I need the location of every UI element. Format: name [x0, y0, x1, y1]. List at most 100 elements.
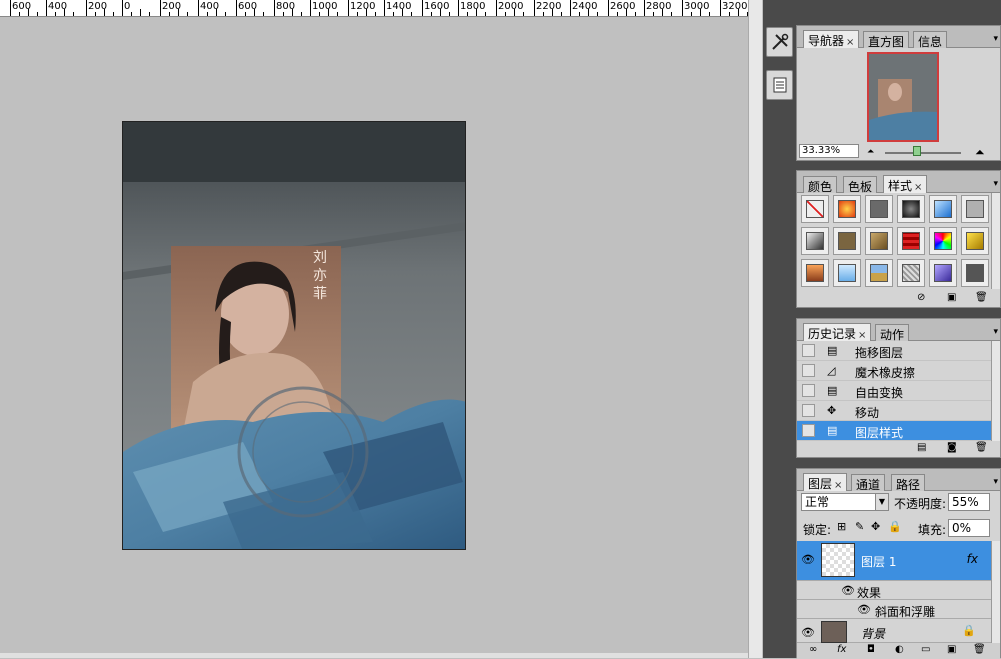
tab-histogram[interactable]: 直方图 [863, 31, 910, 49]
navigator-thumbnail[interactable] [867, 52, 939, 142]
layers-tabs: 图层 × 通道 路径 ▾ [797, 469, 1000, 492]
close-icon[interactable]: × [834, 480, 842, 491]
zoom-slider[interactable] [885, 152, 961, 154]
history-snapshot-checkbox[interactable] [802, 424, 815, 437]
fill-field[interactable]: 0% [948, 519, 990, 537]
layer-row-background[interactable]: 👁 背景 🔒 [797, 619, 994, 643]
tab-color[interactable]: 颜色 [803, 176, 838, 194]
history-snapshot-checkbox[interactable] [802, 364, 815, 377]
lock-transparency-icon[interactable]: ⊞ [837, 520, 846, 533]
document-image[interactable]: 刘 亦 菲 [122, 121, 466, 550]
eye-icon[interactable]: 👁 [857, 603, 871, 616]
ruler-label: 1600 [424, 1, 450, 12]
style-swatch-texture[interactable] [897, 259, 925, 287]
history-item[interactable]: ▤ 拖移图层 [797, 341, 994, 361]
chevron-down-icon[interactable]: ▼ [875, 494, 888, 510]
trash-icon[interactable]: 🗑 [973, 644, 986, 655]
layers-scrollbar[interactable] [991, 541, 1000, 643]
eye-icon[interactable]: 👁 [801, 626, 815, 639]
lock-position-icon[interactable]: ✥ [871, 520, 880, 533]
history-item[interactable]: ✥ 移动 [797, 401, 994, 421]
zoom-in-icon[interactable]: ⏶ [975, 145, 985, 160]
close-icon[interactable]: × [846, 37, 854, 48]
ruler-minor-tick [245, 12, 246, 16]
panel-menu-icon[interactable]: ▾ [993, 327, 998, 337]
link-icon[interactable]: ∞ [809, 644, 817, 655]
eye-icon[interactable]: 👁 [841, 584, 855, 597]
eye-icon[interactable]: 👁 [801, 553, 815, 566]
history-scrollbar[interactable] [991, 341, 1000, 441]
style-swatch-sky[interactable] [833, 259, 861, 287]
style-swatch-bronze[interactable] [865, 227, 893, 255]
tab-layers[interactable]: 图层 × [803, 473, 848, 491]
layer-bevel-emboss-row[interactable]: 👁 斜面和浮雕 [797, 600, 994, 619]
layer-row-layer1[interactable]: 👁 图层 1 fx [797, 541, 994, 581]
style-swatch-blue-glass[interactable] [929, 195, 957, 223]
history-item[interactable]: ▤ 图层样式 [797, 421, 994, 441]
panels-column: 导航器 × 直方图 信息 ▾ 33.33% ⏶ ⏶ 颜色 色板 样式 × ▾ ⊘ ▣… [796, 0, 1001, 659]
lock-image-icon[interactable]: ✎ [855, 520, 864, 533]
trash-icon[interactable]: 🗑 [975, 292, 988, 303]
style-swatch-dark-gray[interactable] [961, 259, 989, 287]
style-swatch-red-stripes[interactable] [897, 227, 925, 255]
mask-icon[interactable]: ◘ [867, 644, 875, 655]
new-style-icon[interactable]: ▣ [947, 292, 956, 303]
styles-scrollbar[interactable] [991, 193, 1000, 289]
tab-paths[interactable]: 路径 [891, 474, 926, 492]
opacity-field[interactable]: 55% [948, 493, 990, 511]
clear-style-icon[interactable]: ⊘ [917, 292, 925, 303]
ruler-tick [644, 0, 645, 16]
style-swatch-dark-button[interactable] [897, 195, 925, 223]
style-swatch-none[interactable] [801, 195, 829, 223]
layer-effects-row[interactable]: 👁 效果 [797, 581, 994, 600]
close-icon[interactable]: × [858, 330, 866, 341]
tab-styles[interactable]: 样式 × [883, 175, 928, 193]
tab-channels[interactable]: 通道 [851, 474, 886, 492]
style-swatch-light-gray[interactable] [961, 195, 989, 223]
style-swatch-gray[interactable] [865, 195, 893, 223]
history-snapshot-checkbox[interactable] [802, 404, 815, 417]
fx-icon[interactable]: fx [837, 644, 846, 655]
zoom-slider-handle[interactable] [913, 146, 921, 156]
fx-icon[interactable]: fx [967, 552, 978, 566]
panel-menu-icon[interactable]: ▾ [993, 34, 998, 44]
folder-icon[interactable]: ▭ [921, 644, 930, 655]
history-item[interactable]: ▤ 自由变换 [797, 381, 994, 401]
style-swatch-orange-glow[interactable] [833, 195, 861, 223]
style-swatch-sunset[interactable] [801, 259, 829, 287]
zoom-field[interactable]: 33.33% [799, 144, 859, 158]
style-swatch-yellow-frame[interactable] [961, 227, 989, 255]
tab-actions[interactable]: 动作 [875, 324, 910, 342]
history-snapshot-checkbox[interactable] [802, 384, 815, 397]
style-swatch-multicolor[interactable] [929, 227, 957, 255]
adjustment-icon[interactable]: ◐ [895, 644, 904, 655]
new-layer-icon[interactable]: ▣ [947, 644, 956, 655]
style-swatch-purple[interactable] [929, 259, 957, 287]
ruler-minor-tick [207, 12, 208, 16]
canvas-vertical-scrollbar[interactable] [748, 0, 762, 658]
new-document-icon[interactable]: ▤ [917, 442, 926, 453]
document-canvas[interactable]: 刘 亦 菲 [0, 17, 748, 653]
lock-all-icon[interactable]: 🔒 [888, 520, 902, 533]
style-swatch-gray-gradient[interactable] [801, 227, 829, 255]
tab-navigator[interactable]: 导航器 × [803, 30, 860, 48]
tab-swatches[interactable]: 色板 [843, 176, 878, 194]
camera-icon[interactable]: ◙ [947, 442, 957, 453]
canvas-horizontal-scrollbar[interactable] [0, 653, 748, 658]
style-swatch-brown[interactable] [833, 227, 861, 255]
trash-icon[interactable]: 🗑 [975, 442, 988, 453]
ruler-tick [274, 0, 275, 16]
zoom-out-icon[interactable]: ⏶ [867, 147, 874, 157]
tab-history[interactable]: 历史记录 × [803, 323, 872, 341]
blend-mode-select[interactable]: 正常 ▼ [801, 493, 889, 511]
history-snapshot-checkbox[interactable] [802, 344, 815, 357]
notes-icon[interactable] [766, 70, 793, 100]
history-item[interactable]: ◿ 魔术橡皮擦 [797, 361, 994, 381]
style-swatch-landscape[interactable] [865, 259, 893, 287]
panel-menu-icon[interactable]: ▾ [993, 477, 998, 487]
tools-icon[interactable] [766, 27, 793, 57]
tab-info[interactable]: 信息 [913, 31, 948, 49]
panel-menu-icon[interactable]: ▾ [993, 179, 998, 189]
close-icon[interactable]: × [914, 182, 922, 193]
layers-footer: ∞ fx ◘ ◐ ▭ ▣ 🗑 [797, 643, 1000, 659]
